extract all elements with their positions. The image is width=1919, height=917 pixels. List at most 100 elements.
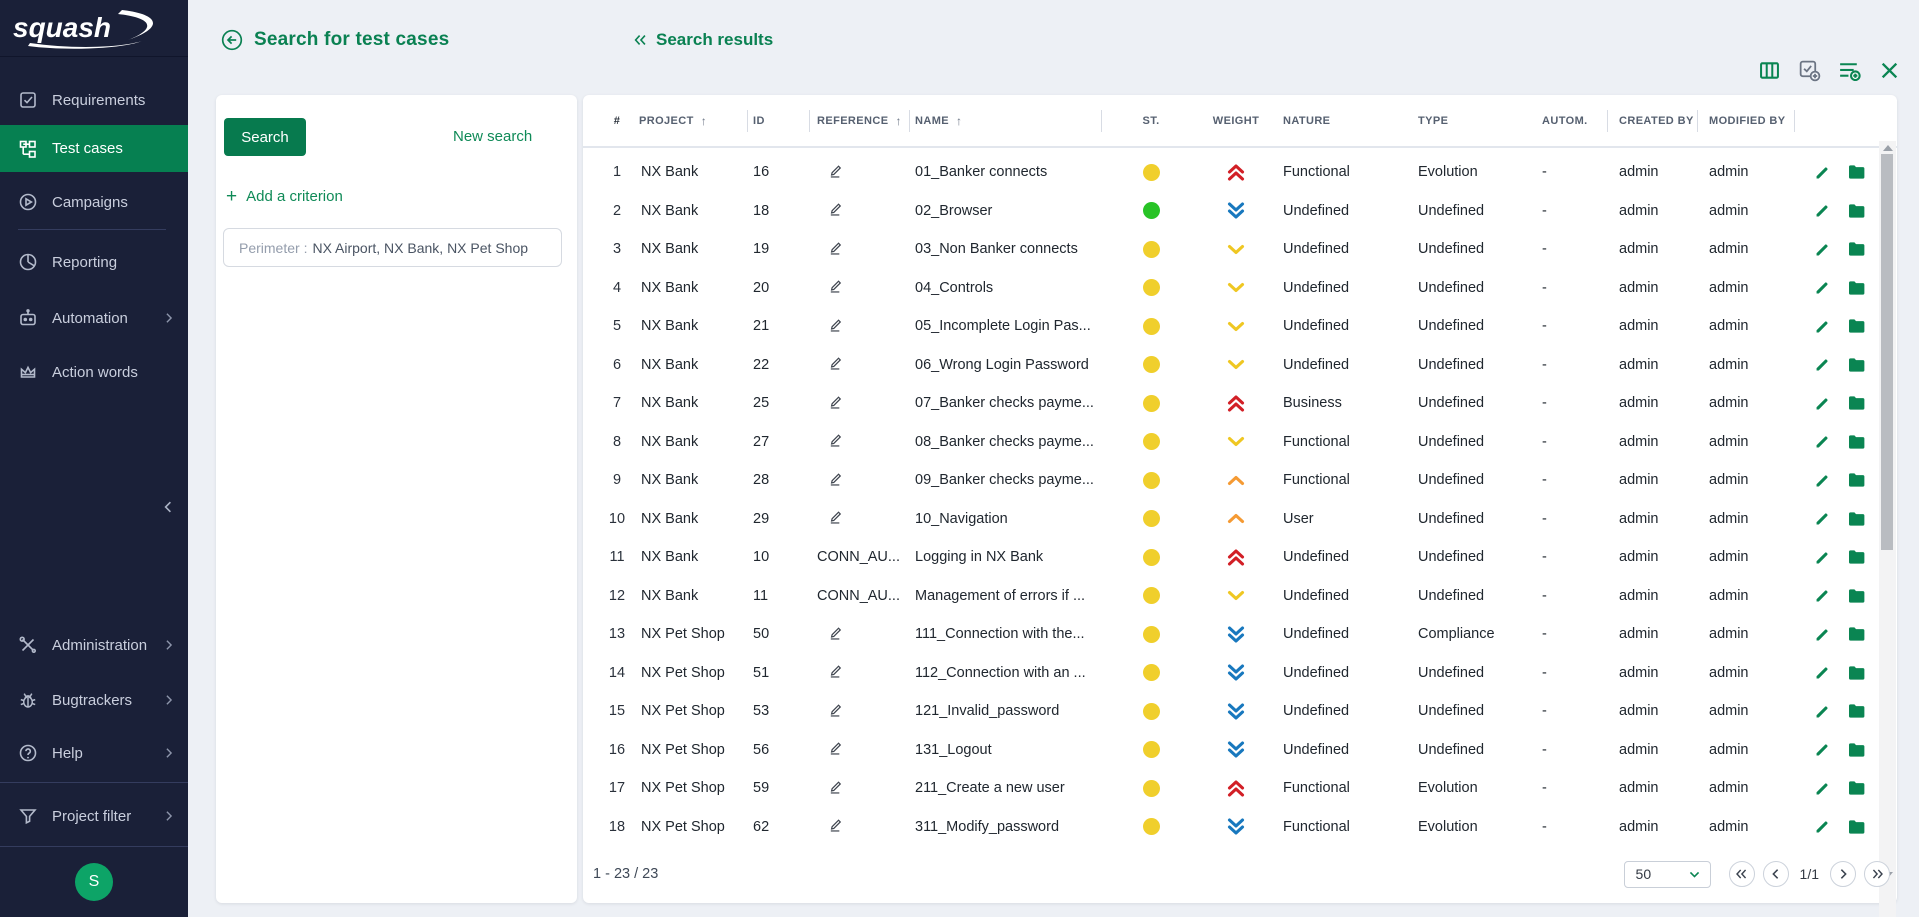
perimeter-criterion-field[interactable]: Perimeter : NX Airport, NX Bank, NX Pet … (223, 228, 562, 267)
table-row[interactable]: 3NX Bank19 03_Non Banker connectsUndefin… (583, 230, 1879, 269)
add-criterion-button[interactable]: + Add a criterion (226, 187, 343, 206)
table-row[interactable]: 2NX Bank18 02_BrowserUndefinedUndefined-… (583, 192, 1879, 231)
edit-reference-icon[interactable] (827, 277, 844, 294)
page-size-select[interactable]: 50 (1624, 861, 1711, 888)
edit-reference-icon[interactable] (827, 239, 844, 256)
open-folder-icon[interactable] (1848, 665, 1866, 681)
sidebar-item-campaigns[interactable]: Campaigns (0, 177, 188, 227)
table-row[interactable]: 10NX Bank29 10_NavigationUserUndefined-a… (583, 500, 1879, 539)
table-row[interactable]: 15NX Pet Shop53 121_Invalid_passwordUnde… (583, 692, 1879, 731)
cell-name[interactable]: 06_Wrong Login Password (913, 357, 1105, 373)
edit-row-icon[interactable] (1814, 510, 1831, 527)
last-page-button[interactable] (1864, 861, 1890, 887)
table-row[interactable]: 1NX Bank16 01_Banker connectsFunctionalE… (583, 153, 1879, 192)
edit-reference-icon[interactable] (827, 778, 844, 795)
search-results-link[interactable]: Search results (633, 30, 773, 50)
table-row[interactable]: 6NX Bank22 06_Wrong Login PasswordUndefi… (583, 346, 1879, 385)
table-row[interactable]: 17NX Pet Shop59 211_Create a new userFun… (583, 769, 1879, 808)
open-folder-icon[interactable] (1848, 280, 1866, 296)
column-header-status[interactable]: ST. (1105, 110, 1197, 132)
sidebar-item-project-filter[interactable]: Project filter (0, 791, 188, 841)
edit-reference-icon[interactable] (827, 624, 844, 641)
cell-name[interactable]: 08_Banker checks payme... (913, 434, 1105, 450)
column-header-modified-by[interactable]: MODIFIED BY (1701, 110, 1798, 132)
edit-reference-icon[interactable] (827, 393, 844, 410)
edit-row-icon[interactable] (1814, 703, 1831, 720)
previous-page-button[interactable] (1763, 861, 1789, 887)
edit-row-icon[interactable] (1814, 472, 1831, 489)
edit-reference-icon[interactable] (827, 470, 844, 487)
cell-name[interactable]: 211_Create a new user (913, 780, 1105, 796)
edit-reference-icon[interactable] (827, 316, 844, 333)
column-header-project[interactable]: PROJECT↑ (639, 110, 751, 132)
scroll-up-arrow-icon[interactable] (1883, 145, 1893, 151)
column-header-created-by[interactable]: CREATED BY (1611, 110, 1701, 132)
table-row[interactable]: 7NX Bank25 07_Banker checks payme...Busi… (583, 384, 1879, 423)
open-folder-icon[interactable] (1848, 318, 1866, 334)
open-folder-icon[interactable] (1848, 588, 1866, 604)
cell-name[interactable]: 02_Browser (913, 203, 1105, 219)
edit-row-icon[interactable] (1814, 433, 1831, 450)
cell-name[interactable]: 01_Banker connects (913, 164, 1105, 180)
edit-reference-icon[interactable] (827, 662, 844, 679)
open-folder-icon[interactable] (1848, 434, 1866, 450)
edit-row-icon[interactable] (1814, 587, 1831, 604)
column-header-nature[interactable]: NATURE (1275, 110, 1410, 132)
edit-reference-icon[interactable] (827, 162, 844, 179)
scrollbar-thumb[interactable] (1881, 154, 1893, 550)
close-search-button[interactable] (1876, 57, 1902, 83)
column-header-reference[interactable]: REFERENCE↑ (813, 110, 913, 132)
open-folder-icon[interactable] (1848, 626, 1866, 642)
sidebar-item-requirements[interactable]: Requirements (0, 75, 188, 125)
edit-row-icon[interactable] (1814, 202, 1831, 219)
column-header-id[interactable]: ID (751, 110, 813, 132)
sidebar-item-action-words[interactable]: Action words (0, 347, 188, 397)
cell-name[interactable]: 03_Non Banker connects (913, 241, 1105, 257)
new-search-link[interactable]: New search (453, 128, 532, 145)
table-row[interactable]: 5NX Bank21 05_Incomplete Login Pas...Und… (583, 307, 1879, 346)
sidebar-item-help[interactable]: Help (0, 728, 188, 778)
edit-row-icon[interactable] (1814, 741, 1831, 758)
cell-name[interactable]: Logging in NX Bank (913, 549, 1105, 565)
search-button[interactable]: Search (224, 118, 306, 156)
add-criteria-list-button[interactable] (1836, 57, 1862, 83)
column-header-type[interactable]: TYPE (1410, 110, 1534, 132)
edit-row-icon[interactable] (1814, 549, 1831, 566)
open-folder-icon[interactable] (1848, 164, 1866, 180)
cell-name[interactable]: 09_Banker checks payme... (913, 472, 1105, 488)
open-folder-icon[interactable] (1848, 549, 1866, 565)
column-header-weight[interactable]: WEIGHT (1197, 110, 1275, 132)
column-header-name[interactable]: NAME↑ (913, 110, 1105, 132)
edit-reference-icon[interactable] (827, 431, 844, 448)
first-page-button[interactable] (1729, 861, 1755, 887)
cell-name[interactable]: 311_Modify_password (913, 819, 1105, 835)
table-row[interactable]: 4NX Bank20 04_ControlsUndefinedUndefined… (583, 269, 1879, 308)
sidebar-item-administration[interactable]: Administration (0, 620, 188, 670)
edit-reference-icon[interactable] (827, 816, 844, 833)
edit-reference-icon[interactable] (827, 508, 844, 525)
table-row[interactable]: 11NX Bank10CONN_AU...Logging in NX BankU… (583, 538, 1879, 577)
edit-row-icon[interactable] (1814, 318, 1831, 335)
table-row[interactable]: 14NX Pet Shop51 112_Connection with an .… (583, 654, 1879, 693)
next-page-button[interactable] (1830, 861, 1856, 887)
edit-row-icon[interactable] (1814, 818, 1831, 835)
table-row[interactable]: 16NX Pet Shop56 131_LogoutUndefinedUndef… (583, 731, 1879, 770)
edit-reference-icon[interactable] (827, 701, 844, 718)
add-to-selection-button[interactable] (1796, 57, 1822, 83)
edit-reference-icon[interactable] (827, 739, 844, 756)
open-folder-icon[interactable] (1848, 203, 1866, 219)
table-row[interactable]: 8NX Bank27 08_Banker checks payme...Func… (583, 423, 1879, 462)
edit-row-icon[interactable] (1814, 395, 1831, 412)
edit-reference-icon[interactable] (827, 200, 844, 217)
sidebar-item-automation[interactable]: Automation (0, 293, 188, 343)
cell-name[interactable]: 112_Connection with an ... (913, 665, 1105, 681)
table-row[interactable]: 9NX Bank28 09_Banker checks payme...Func… (583, 461, 1879, 500)
edit-reference-icon[interactable] (827, 354, 844, 371)
sidebar-item-reporting[interactable]: Reporting (0, 237, 188, 287)
open-folder-icon[interactable] (1848, 819, 1866, 835)
open-folder-icon[interactable] (1848, 241, 1866, 257)
open-folder-icon[interactable] (1848, 703, 1866, 719)
table-row[interactable]: 18NX Pet Shop62 311_Modify_passwordFunct… (583, 808, 1879, 847)
app-logo[interactable]: squash (0, 0, 188, 57)
cell-name[interactable]: 131_Logout (913, 742, 1105, 758)
